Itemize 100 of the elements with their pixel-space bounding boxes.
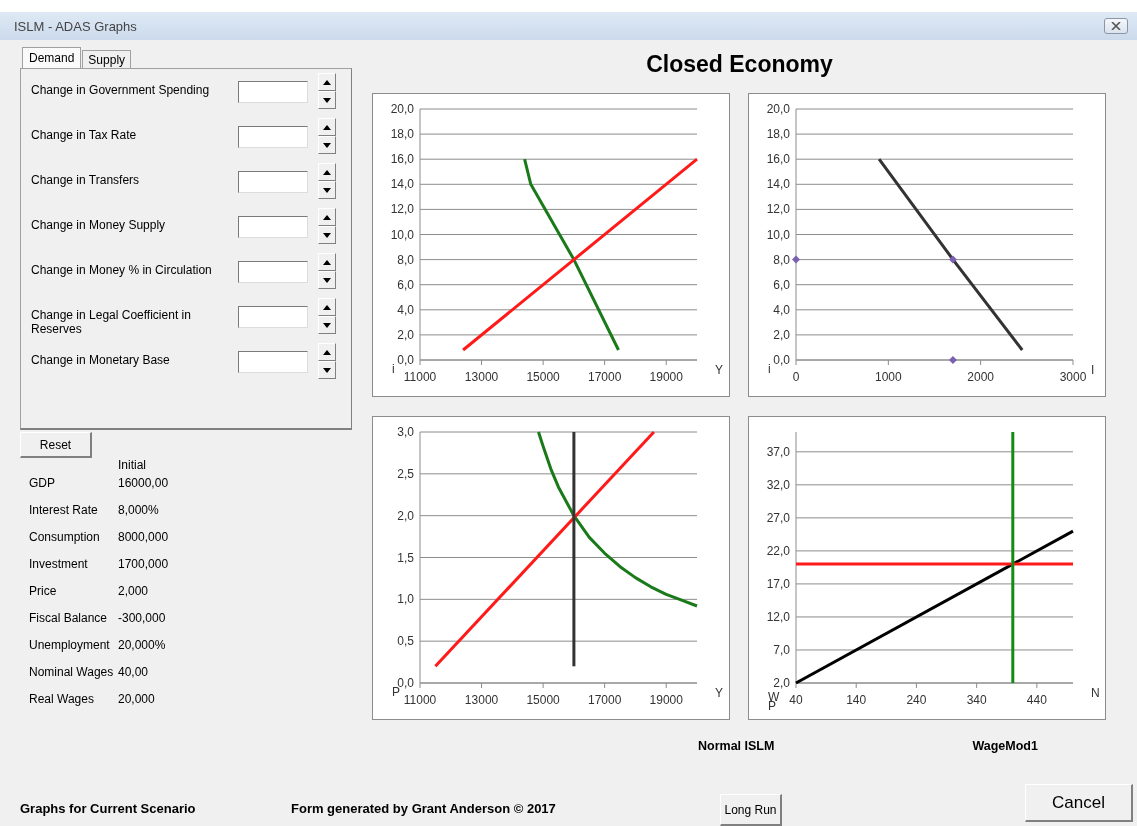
spin-up-button[interactable] xyxy=(318,253,336,271)
tick-label: 4,0 xyxy=(773,302,790,317)
spin-down-button[interactable] xyxy=(318,316,336,334)
spin-down-button[interactable] xyxy=(318,136,336,154)
action-button[interactable]: Long Run xyxy=(720,794,782,826)
tick-label: 11000 xyxy=(403,693,437,707)
result-value: 8,000% xyxy=(118,502,160,519)
spin-up-button[interactable] xyxy=(318,343,336,361)
spin-up-button[interactable] xyxy=(318,298,336,316)
result-label: Nominal Wages xyxy=(29,664,115,681)
tick-label: 2,5 xyxy=(397,466,414,481)
axis-label: N xyxy=(1091,686,1100,700)
input-field[interactable] xyxy=(238,81,308,103)
spin-down-button[interactable] xyxy=(318,226,336,244)
tick-label: 12,0 xyxy=(390,202,414,217)
tick-label: 37,0 xyxy=(766,444,790,459)
tab[interactable]: Supply xyxy=(82,50,132,68)
tick-label: 2,0 xyxy=(397,327,414,342)
spin-up-button[interactable] xyxy=(318,73,336,91)
result-label: Real Wages xyxy=(29,691,95,708)
tick-label: 13000 xyxy=(464,370,499,384)
tick-label: 3000 xyxy=(1059,370,1087,384)
input-field[interactable] xyxy=(238,261,308,283)
credit-text: Form generated by Grant Anderson © 2017 xyxy=(291,801,557,818)
tick-label: 2,0 xyxy=(773,327,790,342)
tick-label: 18,0 xyxy=(766,127,790,142)
result-label: GDP xyxy=(29,475,56,492)
reset-button[interactable]: Reset xyxy=(20,432,92,458)
down-triangle-icon xyxy=(323,367,331,373)
field-label: Change in Money % in Circulation xyxy=(31,262,213,277)
tick-label: 4,0 xyxy=(397,302,414,317)
tick-label: 27,0 xyxy=(766,510,790,525)
tick-label: 18,0 xyxy=(390,127,414,142)
axis-label: Y xyxy=(715,363,723,377)
result-value: 20,000 xyxy=(118,691,156,708)
spin-up-button[interactable] xyxy=(318,163,336,181)
tick-label: 0,0 xyxy=(773,353,790,367)
tick-label: 32,0 xyxy=(766,477,790,492)
column-header: Initial xyxy=(118,457,147,470)
input-field[interactable] xyxy=(238,306,308,328)
result-label: Consumption xyxy=(29,529,101,546)
down-triangle-icon xyxy=(323,277,331,283)
tick-label: 2,0 xyxy=(773,676,790,690)
field-label: Change in Legal Coefficient in Reserves xyxy=(31,307,192,336)
axis-label: i xyxy=(768,362,771,376)
result-value: 16000,00 xyxy=(118,475,170,492)
tick-label: 10,0 xyxy=(766,227,790,242)
up-triangle-icon xyxy=(323,349,331,355)
tick-label: 11000 xyxy=(403,370,437,384)
tick-label: 22,0 xyxy=(766,543,790,558)
close-icon xyxy=(1111,22,1121,30)
tick-label: 0,0 xyxy=(397,676,414,690)
axis-label: I xyxy=(1091,363,1095,377)
result-label: Interest Rate xyxy=(29,502,99,519)
chart-caption: Normal ISLM xyxy=(698,739,775,753)
down-triangle-icon xyxy=(323,232,331,238)
input-field[interactable] xyxy=(238,171,308,193)
spin-up-button[interactable] xyxy=(318,208,336,226)
tick-label: 19000 xyxy=(649,693,683,707)
tick-label: 3,0 xyxy=(397,425,414,439)
spin-down-button[interactable] xyxy=(318,91,336,109)
tick-label: 0 xyxy=(792,370,800,384)
result-label: Fiscal Balance xyxy=(29,610,109,627)
tick-label: 240 xyxy=(906,693,927,707)
down-triangle-icon xyxy=(323,97,331,103)
input-field[interactable] xyxy=(238,351,308,373)
close-button[interactable] xyxy=(1104,18,1128,34)
chart-caption: WageMod1 xyxy=(972,739,1038,753)
up-triangle-icon xyxy=(323,124,331,130)
spin-down-button[interactable] xyxy=(318,361,336,379)
axis-label: W P xyxy=(768,690,780,713)
tab[interactable]: Demand xyxy=(22,47,82,68)
axis-label: i xyxy=(392,362,395,376)
tick-label: 20,0 xyxy=(390,102,414,116)
tick-label: 6,0 xyxy=(773,277,790,292)
tick-label: 2000 xyxy=(967,370,994,384)
spin-down-button[interactable] xyxy=(318,181,336,199)
tick-label: 17,0 xyxy=(766,576,790,591)
tick-label: 2,0 xyxy=(397,508,414,523)
up-triangle-icon xyxy=(323,259,331,265)
up-triangle-icon xyxy=(323,169,331,175)
spin-up-button[interactable] xyxy=(318,118,336,136)
field-label: Change in Transfers xyxy=(31,172,141,187)
input-field[interactable] xyxy=(238,126,308,148)
action-button[interactable]: Cancel xyxy=(1025,784,1133,822)
tick-label: 20,0 xyxy=(766,102,790,116)
result-value: 8000,000 xyxy=(118,529,170,546)
tick-label: 15000 xyxy=(526,693,560,707)
field-label: Change in Government Spending xyxy=(31,82,211,97)
tick-label: 340 xyxy=(966,693,987,707)
result-label: Investment xyxy=(29,556,89,573)
result-value: -300,000 xyxy=(118,610,167,627)
window-title: ISLM - ADAS Graphs xyxy=(14,18,137,34)
tick-label: 14,0 xyxy=(390,177,414,192)
footer-text: Graphs for Current Scenario xyxy=(19,801,197,818)
input-field[interactable] xyxy=(238,216,308,238)
down-triangle-icon xyxy=(323,322,331,328)
tick-label: 19000 xyxy=(649,370,683,384)
up-triangle-icon xyxy=(323,214,331,220)
spin-down-button[interactable] xyxy=(318,271,336,289)
